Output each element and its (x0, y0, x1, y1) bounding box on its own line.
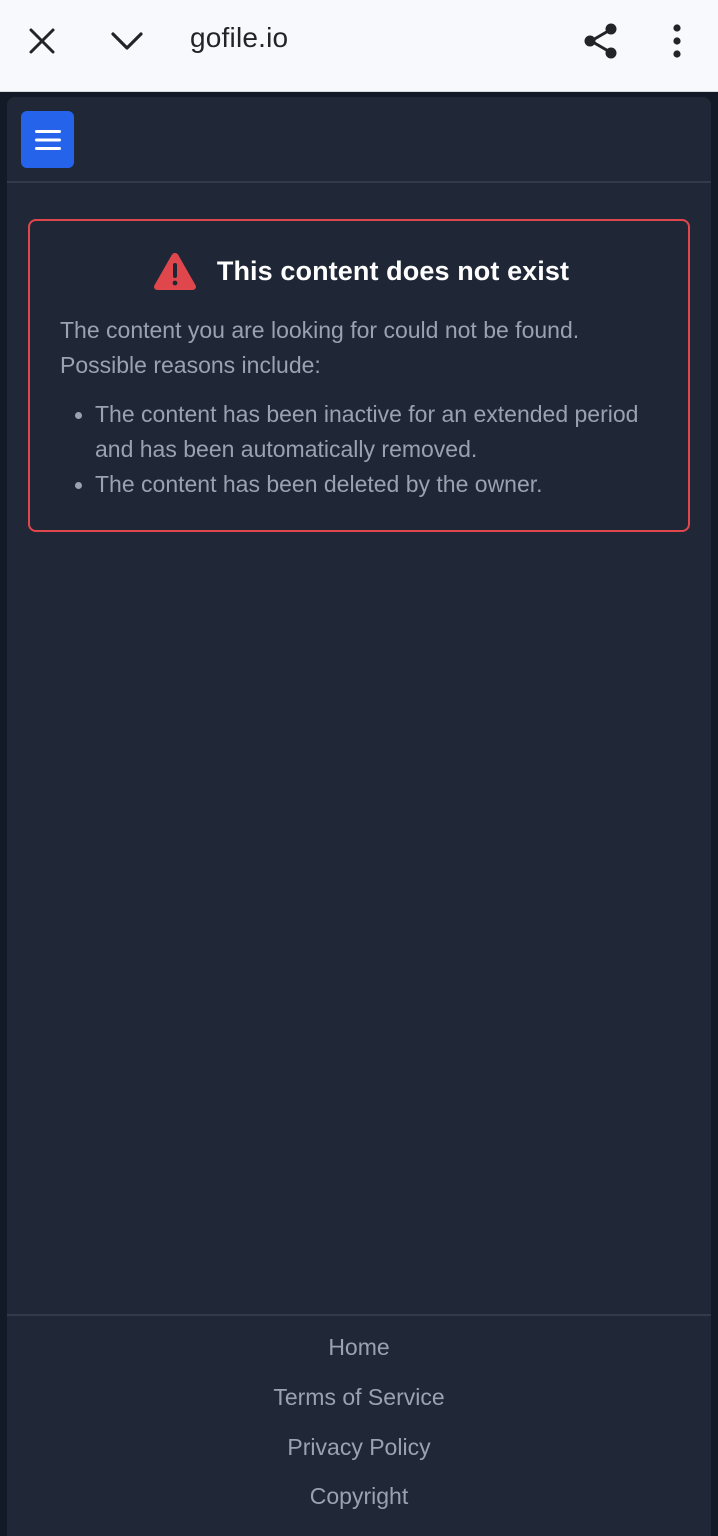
warning-triangle-icon (153, 253, 196, 290)
error-title: This content does not exist (216, 255, 570, 286)
reason-text: The content has been inactive for an ext… (95, 401, 639, 462)
chevron-down-icon[interactable] (103, 17, 151, 65)
page-url-title: gofile.io (190, 22, 289, 53)
page-header (7, 97, 711, 183)
more-vertical-icon[interactable] (653, 17, 701, 65)
list-item: The content has been deleted by the owne… (60, 467, 670, 502)
share-icon[interactable] (577, 17, 625, 65)
footer-link-terms[interactable]: Terms of Service (7, 1384, 711, 1411)
bullet-icon (75, 412, 82, 419)
reasons-list: The content has been inactive for an ext… (60, 397, 670, 502)
bullet-icon (75, 482, 82, 489)
footer-link-copyright[interactable]: Copyright (7, 1483, 711, 1510)
footer-link-home[interactable]: Home (7, 1334, 711, 1361)
browser-toolbar: gofile.io (0, 0, 718, 92)
error-card: This content does not exist The content … (28, 219, 690, 532)
reason-text: The content has been deleted by the owne… (95, 471, 543, 497)
hamburger-menu-icon[interactable] (21, 111, 74, 168)
close-icon[interactable] (18, 17, 66, 65)
error-description: The content you are looking for could no… (60, 317, 580, 378)
list-item: The content has been inactive for an ext… (60, 397, 670, 467)
footer: Home Terms of Service Privacy Policy Cop… (7, 1314, 711, 1536)
error-title-row: This content does not exist (30, 251, 688, 291)
page-content: This content does not exist The content … (7, 97, 711, 1536)
footer-link-privacy[interactable]: Privacy Policy (7, 1434, 711, 1461)
